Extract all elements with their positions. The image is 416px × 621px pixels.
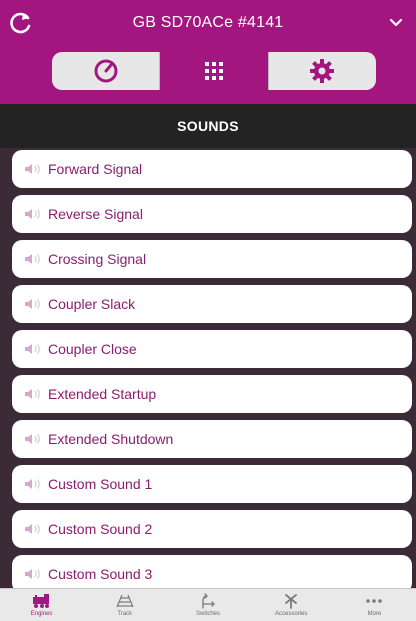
tab-functions[interactable] xyxy=(160,52,269,90)
sound-label: Coupler Slack xyxy=(48,296,136,312)
engine-title[interactable]: GB SD70ACe #4141 xyxy=(0,14,416,32)
sound-item[interactable]: Custom Sound 2 xyxy=(12,510,412,548)
sound-item[interactable]: Custom Sound 3 xyxy=(12,555,412,588)
nav-label: More xyxy=(367,611,382,617)
sound-label: Custom Sound 3 xyxy=(48,566,153,582)
nav-label: Switches xyxy=(196,611,221,617)
bottom-nav: Engines Track Switches Accessories More xyxy=(0,588,416,621)
tab-bar xyxy=(0,44,416,104)
sound-item[interactable]: Crossing Signal xyxy=(12,240,412,278)
tab-throttle[interactable] xyxy=(52,52,161,90)
sound-item[interactable]: Coupler Slack xyxy=(12,285,412,323)
app-header: GB SD70ACe #4141 xyxy=(0,0,416,50)
speaker-icon xyxy=(25,389,40,399)
sound-item[interactable]: Custom Sound 1 xyxy=(12,465,412,503)
nav-engines[interactable]: Engines xyxy=(0,589,83,621)
nav-track[interactable]: Track xyxy=(83,589,166,621)
sound-label: Extended Shutdown xyxy=(48,431,174,447)
sound-label: Extended Startup xyxy=(48,386,157,402)
nav-label: Track xyxy=(117,611,133,617)
nav-more[interactable]: More xyxy=(333,589,416,621)
speaker-icon xyxy=(25,209,40,219)
chevron-down-icon[interactable] xyxy=(388,16,404,30)
nav-accessories[interactable]: Accessories xyxy=(250,589,333,621)
speaker-icon xyxy=(25,434,40,444)
sound-item[interactable]: Coupler Close xyxy=(12,330,412,368)
sound-label: Forward Signal xyxy=(48,161,143,177)
speaker-icon xyxy=(25,164,40,174)
segmented-control xyxy=(52,52,376,90)
speaker-icon xyxy=(25,479,40,489)
section-header: SOUNDS xyxy=(0,104,416,148)
sound-item[interactable]: Forward Signal xyxy=(12,150,412,188)
sound-label: Coupler Close xyxy=(48,341,137,357)
sound-label: Custom Sound 1 xyxy=(48,476,153,492)
gear-icon xyxy=(310,59,335,83)
speedometer-icon xyxy=(94,59,118,83)
keypad-icon xyxy=(204,62,223,80)
nav-label: Accessories xyxy=(275,611,308,617)
section-title: SOUNDS xyxy=(177,118,239,134)
track-icon xyxy=(116,594,134,608)
speaker-icon xyxy=(25,344,40,354)
sound-label: Reverse Signal xyxy=(48,206,143,222)
more-icon xyxy=(366,599,383,603)
nav-label: Engines xyxy=(30,611,53,617)
sound-list[interactable]: Forward Signal Reverse Signal Crossing S… xyxy=(0,148,416,588)
train-icon xyxy=(32,594,49,608)
speaker-icon xyxy=(25,254,40,264)
tab-settings[interactable] xyxy=(269,52,376,90)
crossing-icon xyxy=(285,594,298,609)
sound-item[interactable]: Reverse Signal xyxy=(12,195,412,233)
sound-item[interactable]: Extended Shutdown xyxy=(12,420,412,458)
switch-icon xyxy=(202,593,215,609)
sound-item[interactable]: Extended Startup xyxy=(12,375,412,413)
speaker-icon xyxy=(25,524,40,534)
speaker-icon xyxy=(25,569,40,579)
sound-label: Custom Sound 2 xyxy=(48,521,153,537)
sound-label: Crossing Signal xyxy=(48,251,147,267)
nav-switches[interactable]: Switches xyxy=(166,589,249,621)
speaker-icon xyxy=(25,299,40,309)
